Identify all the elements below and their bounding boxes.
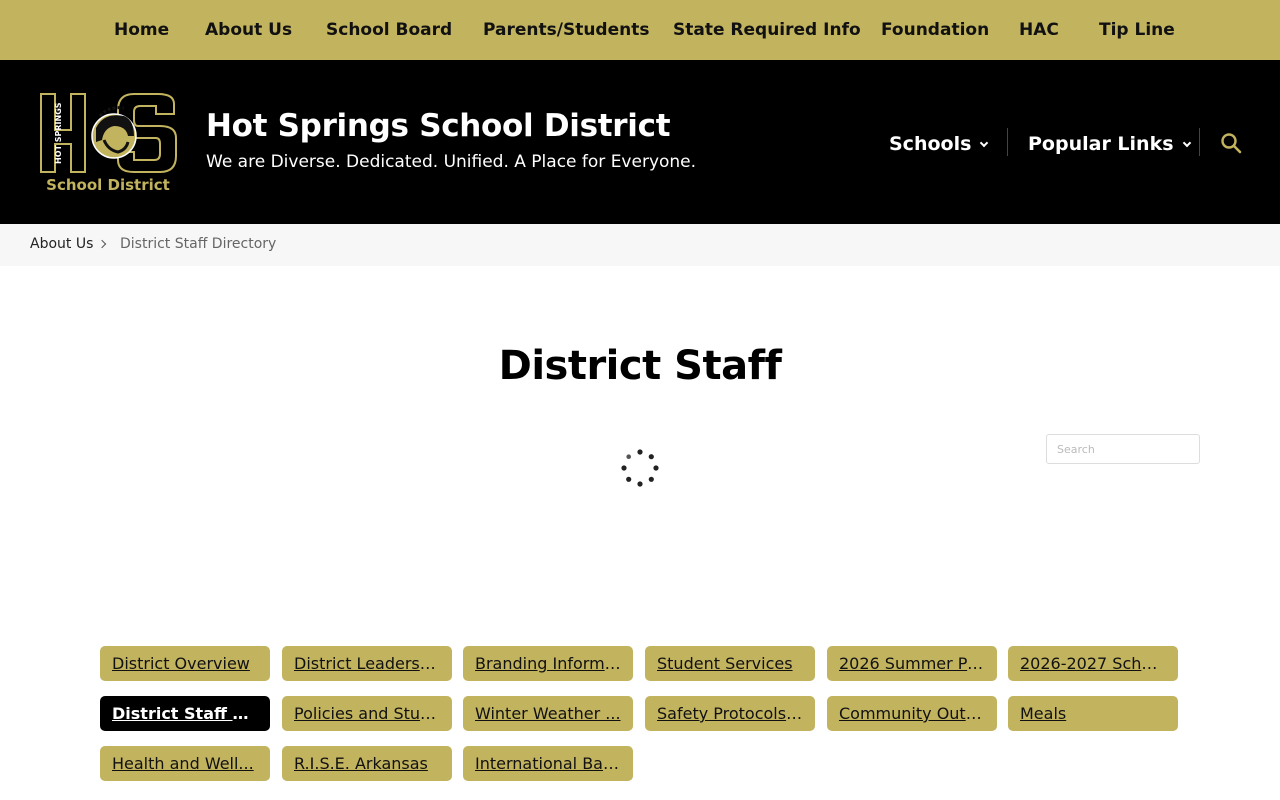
nav-divider [1007,128,1008,156]
tile-branding-information[interactable]: Branding Informa... [463,646,633,681]
tile-meals[interactable]: Meals [1008,696,1178,731]
chevron-down-icon [1182,138,1191,148]
breadcrumb-current: District Staff Directory [120,236,277,252]
nav-hac[interactable]: HAC [1019,0,1059,60]
breadcrumb: About Us District Staff Directory [0,224,1280,266]
chevron-down-icon [980,138,989,148]
hs-logo-icon: HOT SPRINGS School District [40,93,177,194]
tile-school-calendar[interactable]: 2026-2027 Scho... [1008,646,1178,681]
tile-international-baccalaureate[interactable]: International Bac... [463,746,633,781]
top-nav: Home About Us School Board Parents/Stude… [0,0,1280,60]
breadcrumb-about-us[interactable]: About Us [30,236,93,252]
tile-district-overview[interactable]: District Overview [100,646,270,681]
search-input[interactable] [1046,434,1200,464]
schools-menu[interactable]: Schools [889,128,989,160]
site-header: HOT SPRINGS School District Hot Springs … [0,60,1280,224]
site-title[interactable]: Hot Springs School District [206,108,671,144]
tile-district-leadership[interactable]: District Leadership [282,646,452,681]
tile-policies[interactable]: Policies and Stud... [282,696,452,731]
tile-winter-weather[interactable]: Winter Weather ... [463,696,633,731]
nav-school-board[interactable]: School Board [326,0,452,60]
nav-home[interactable]: Home [114,0,169,60]
spinner-icon [620,448,660,488]
page-title: District Staff [498,343,782,389]
nav-tip-line[interactable]: Tip Line [1099,0,1175,60]
nav-state-required-info[interactable]: State Required Info [673,0,861,60]
tile-district-staff-directory[interactable]: District Staff Di... [100,696,270,731]
district-logo[interactable]: HOT SPRINGS School District [38,90,178,196]
svg-text:School District: School District [46,176,170,194]
nav-foundation[interactable]: Foundation [881,0,989,60]
nav-parents-students[interactable]: Parents/Students [483,0,649,60]
site-tagline: We are Diverse. Dedicated. Unified. A Pl… [206,152,697,172]
tile-rise-arkansas[interactable]: R.I.S.E. Arkansas [282,746,452,781]
svg-text:HOT SPRINGS: HOT SPRINGS [54,102,63,164]
popular-links-label: Popular Links [1028,133,1174,155]
chevron-right-icon [97,239,107,249]
tile-health-wellness[interactable]: Health and Well... [100,746,270,781]
tile-summer-programs[interactable]: 2026 Summer Pr... [827,646,997,681]
popular-links-menu[interactable]: Popular Links [1028,128,1191,160]
nav-divider [1199,128,1200,156]
tile-safety-protocols[interactable]: Safety Protocols ... [645,696,815,731]
nav-about-us[interactable]: About Us [205,0,292,60]
tile-community-outreach[interactable]: Community Outr... [827,696,997,731]
schools-menu-label: Schools [889,133,972,155]
search-icon[interactable] [1220,132,1242,154]
tile-student-services[interactable]: Student Services [645,646,815,681]
